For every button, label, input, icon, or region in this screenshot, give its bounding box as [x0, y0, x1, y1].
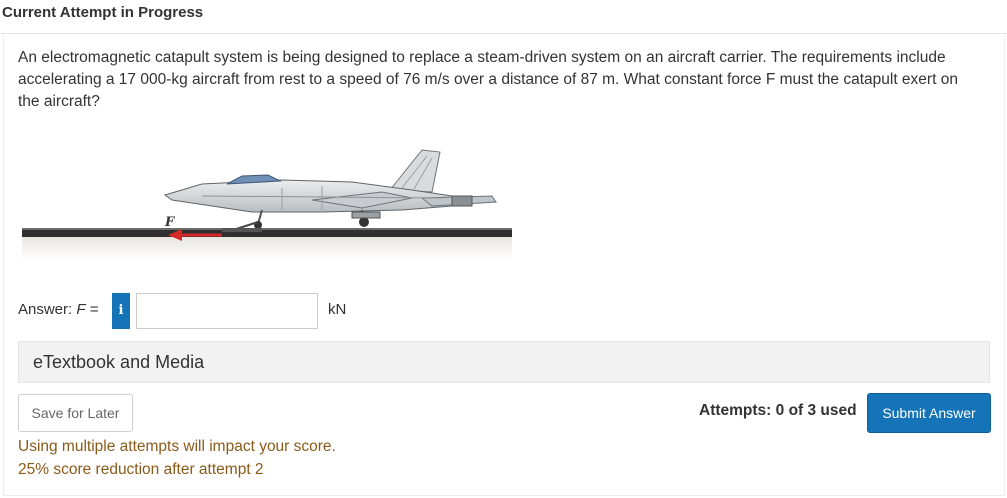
answer-row: Answer: F = i kN — [18, 293, 418, 329]
carrier-deck — [22, 229, 512, 237]
page-title: Current Attempt in Progress — [2, 4, 204, 21]
etextbook-media-panel[interactable]: eTextbook and Media — [18, 341, 990, 383]
etextbook-label: eTextbook and Media — [33, 352, 205, 372]
attempts-note-line2: 25% score reduction after attempt 2 — [18, 461, 264, 478]
attempts-note: Using multiple attempts will impact your… — [18, 435, 336, 481]
answer-label: Answer: F = — [18, 301, 99, 318]
deck-shadow — [22, 236, 512, 260]
answer-unit: kN — [328, 301, 347, 318]
aircraft-catapult-figure: F — [22, 140, 514, 262]
question-text: An electromagnetic catapult system is be… — [18, 49, 958, 110]
info-icon[interactable]: i — [112, 293, 130, 329]
save-for-later-button[interactable]: Save for Later — [18, 394, 133, 432]
answer-input[interactable] — [136, 293, 318, 329]
aircraft-illustration: F — [22, 149, 512, 260]
force-label: F — [164, 215, 175, 230]
attempts-counter: Attempts: 0 of 3 used — [699, 402, 857, 419]
page-header: Current Attempt in Progress — [0, 0, 1007, 34]
catapult-shuttle — [222, 228, 262, 232]
submit-answer-button[interactable]: Submit Answer — [867, 393, 991, 433]
attempts-note-line1: Using multiple attempts will impact your… — [18, 438, 336, 455]
